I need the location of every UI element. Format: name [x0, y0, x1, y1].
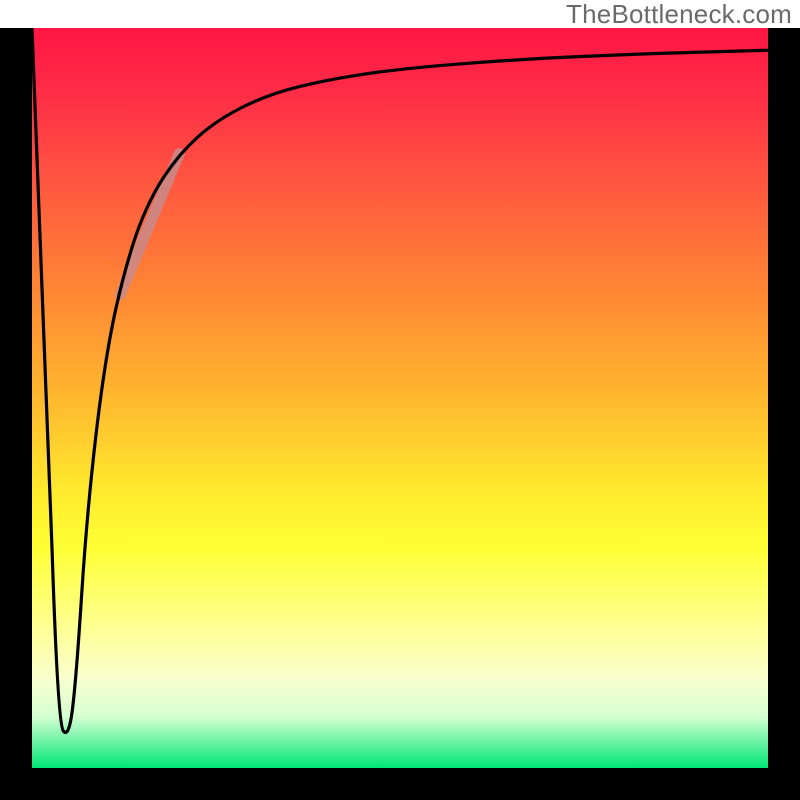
plot-area — [32, 28, 768, 768]
curve-highlight — [120, 154, 179, 295]
plot-frame — [0, 28, 800, 800]
watermark-text: TheBottleneck.com — [566, 0, 792, 28]
bottleneck-curve — [32, 28, 768, 732]
curve-svg — [32, 28, 768, 768]
chart-frame: TheBottleneck.com — [0, 0, 800, 800]
